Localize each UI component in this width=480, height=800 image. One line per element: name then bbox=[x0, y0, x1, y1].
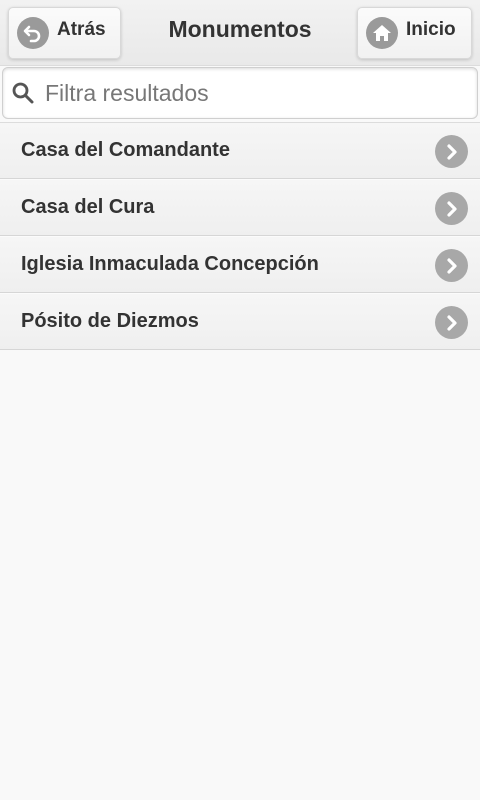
back-button-label: Atrás bbox=[57, 19, 106, 40]
list-item-label: Casa del Comandante bbox=[21, 139, 230, 161]
list-item[interactable]: Casa del Cura bbox=[0, 179, 480, 236]
monument-list: Casa del Comandante Casa del Cura Iglesi… bbox=[0, 122, 480, 350]
chevron-right-icon bbox=[435, 192, 468, 225]
header-bar: Atrás Monumentos Inicio bbox=[0, 0, 480, 66]
list-item-label: Pósito de Diezmos bbox=[21, 310, 199, 332]
chevron-right-icon bbox=[435, 135, 468, 168]
list-item[interactable]: Pósito de Diezmos bbox=[0, 293, 480, 350]
chevron-right-icon bbox=[435, 306, 468, 339]
search-icon bbox=[11, 81, 35, 105]
page-title: Monumentos bbox=[168, 16, 312, 42]
list-item[interactable]: Iglesia Inmaculada Concepción bbox=[0, 236, 480, 293]
back-button[interactable]: Atrás bbox=[8, 7, 121, 59]
search-input[interactable] bbox=[45, 79, 465, 107]
search-bar bbox=[2, 67, 478, 119]
list-item[interactable]: Casa del Comandante bbox=[0, 122, 480, 179]
home-icon bbox=[366, 17, 398, 49]
back-arrow-icon bbox=[17, 17, 49, 49]
home-button[interactable]: Inicio bbox=[357, 7, 472, 59]
list-item-label: Casa del Cura bbox=[21, 196, 155, 218]
list-item-label: Iglesia Inmaculada Concepción bbox=[21, 253, 319, 275]
home-button-label: Inicio bbox=[406, 19, 456, 40]
chevron-right-icon bbox=[435, 249, 468, 282]
